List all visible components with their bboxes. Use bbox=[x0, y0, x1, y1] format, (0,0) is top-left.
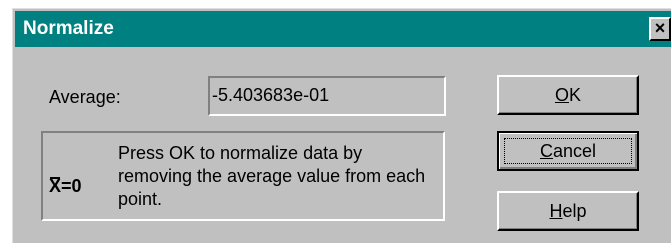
info-description: Press OK to normalize data by removing t… bbox=[118, 143, 426, 209]
cancel-button[interactable]: Cancel bbox=[497, 131, 639, 171]
average-label: Average: bbox=[49, 87, 121, 107]
formula-x-bar-equals-zero: X=0 bbox=[49, 176, 82, 197]
info-panel: X=0 Press OK to normalize data by removi… bbox=[41, 131, 445, 221]
window-title: Normalize bbox=[23, 18, 114, 39]
help-mnemonic: H bbox=[549, 201, 563, 221]
close-button[interactable]: × bbox=[649, 17, 671, 41]
help-button[interactable]: Help bbox=[497, 191, 639, 231]
normalize-dialog: Normalize × Average: -5.403683e-01 X=0 P… bbox=[12, 8, 671, 243]
cancel-mnemonic: C bbox=[539, 141, 553, 161]
formula-equals-zero: =0 bbox=[61, 176, 82, 196]
close-icon: × bbox=[654, 18, 666, 38]
ok-mnemonic: O bbox=[554, 85, 569, 105]
x-bar-symbol: X bbox=[49, 176, 62, 196]
cancel-focus-rect: Cancel bbox=[504, 138, 632, 164]
cancel-label-rest: ancel bbox=[552, 141, 597, 161]
average-value-field: -5.403683e-01 bbox=[208, 76, 446, 116]
title-bar[interactable]: Normalize × bbox=[15, 11, 671, 47]
ok-button[interactable]: OK bbox=[497, 75, 639, 115]
ok-label-rest: K bbox=[569, 85, 582, 105]
help-label-rest: elp bbox=[562, 201, 587, 221]
